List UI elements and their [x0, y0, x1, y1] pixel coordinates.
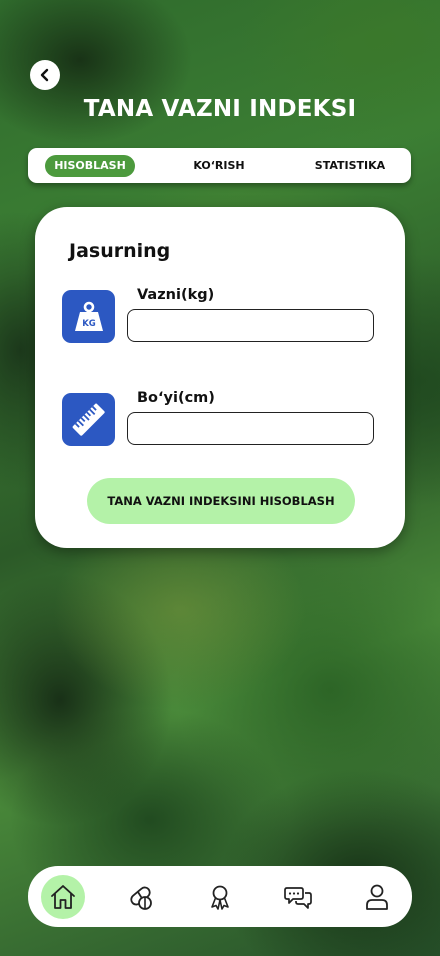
nav-medicine[interactable]: [119, 875, 163, 919]
weight-kg-icon: KG: [62, 290, 115, 343]
bmi-form-card: Jasurning KG Vazni(kg) Bo‘yi(cm) TANA VA…: [35, 207, 405, 548]
tab-bar: HISOBLASH KO‘RISH STATISTIKA: [28, 148, 411, 183]
home-icon: [48, 882, 78, 912]
back-button[interactable]: [30, 60, 60, 90]
tab-statistika[interactable]: STATISTIKA: [306, 155, 394, 177]
nav-chat[interactable]: [276, 875, 320, 919]
weight-icon-text: KG: [82, 319, 96, 329]
tab-hisoblash[interactable]: HISOBLASH: [45, 155, 135, 177]
weight-input[interactable]: [127, 309, 374, 342]
weight-label: Vazni(kg): [137, 287, 215, 303]
calculate-bmi-button[interactable]: TANA VAZNI INDEKSINI HISOBLASH: [87, 478, 355, 524]
bottom-nav: [28, 866, 412, 927]
card-title: Jasurning: [69, 240, 171, 262]
tab-korish[interactable]: KO‘RISH: [179, 155, 259, 177]
nav-home[interactable]: [41, 875, 85, 919]
pill-icon: [126, 882, 156, 912]
user-icon: [362, 882, 392, 912]
page-title: TANA VAZNI INDEKSI: [83, 96, 357, 122]
ruler-icon: [62, 393, 115, 446]
height-label: Bo‘yi(cm): [137, 390, 215, 406]
nav-profile[interactable]: [355, 875, 399, 919]
height-input[interactable]: [127, 412, 374, 445]
nav-awards[interactable]: [198, 875, 242, 919]
chevron-left-icon: [38, 68, 52, 82]
award-ribbon-icon: [205, 882, 235, 912]
chat-icon: [283, 882, 313, 912]
